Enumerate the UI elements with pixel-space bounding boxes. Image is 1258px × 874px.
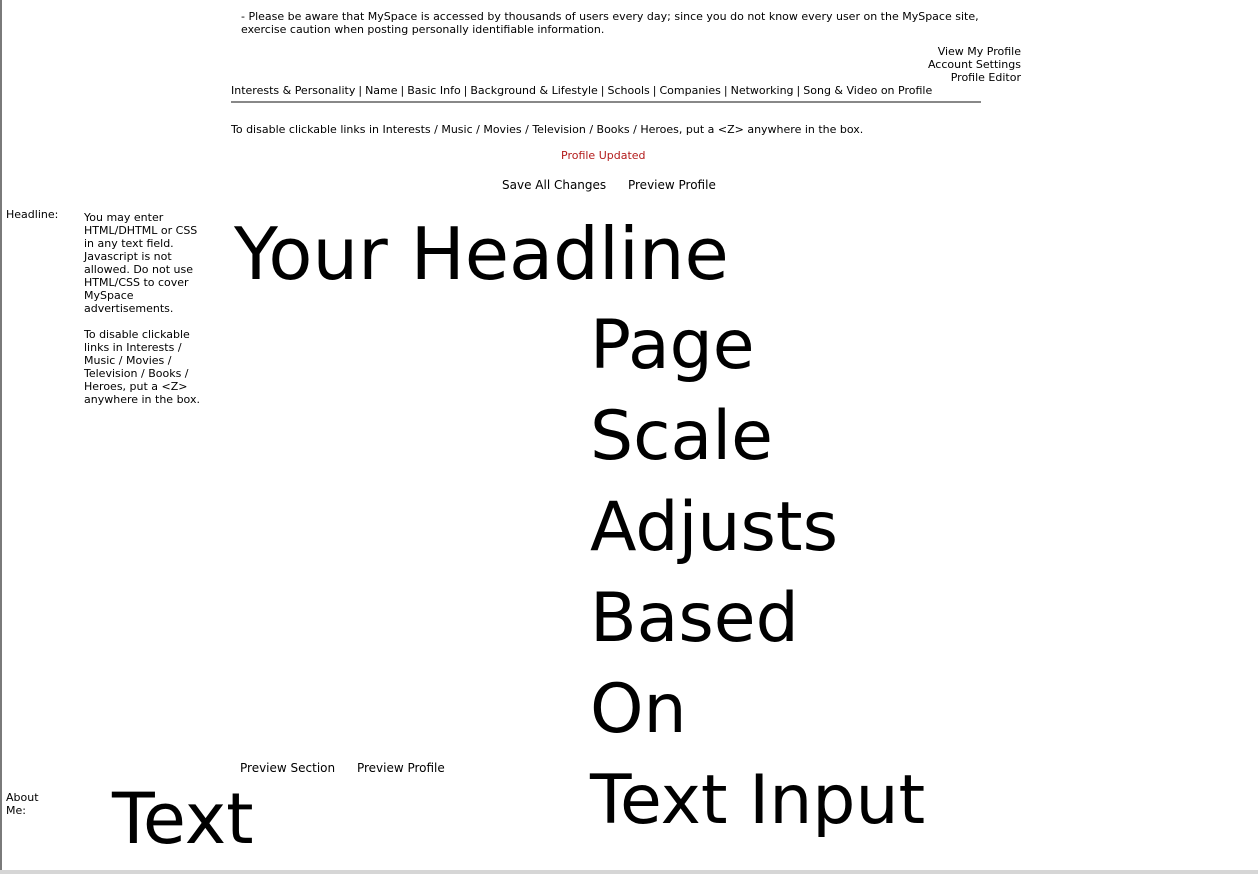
privacy-notice-line-2: exercise caution when posting personally… [241, 23, 605, 36]
tab-separator: | [652, 84, 657, 97]
profile-section-tabs: Interests & Personality | Name | Basic Info |… [231, 84, 981, 103]
tab-separator: | [400, 84, 405, 97]
tab-separator: | [600, 84, 605, 97]
overflow-line: Scale [590, 397, 773, 476]
overflow-line: Adjusts [590, 488, 838, 567]
tab-interests-personality[interactable]: Interests & Personality [231, 84, 355, 97]
help-text: You may enter HTML/DHTML or CSS in any t… [84, 211, 209, 419]
headline-label: Headline: [6, 208, 59, 221]
section-action-links: Preview Section Preview Profile [240, 761, 463, 775]
preview-profile-link[interactable]: Preview Profile [628, 178, 716, 192]
view-my-profile-link[interactable]: View My Profile [928, 45, 1021, 58]
headline-input[interactable]: Your Headline [234, 212, 729, 296]
overflow-line: Based [590, 579, 799, 658]
overflow-line: On [590, 670, 687, 749]
tab-separator: | [358, 84, 363, 97]
tab-companies[interactable]: Companies [659, 84, 720, 97]
help-paragraph-html: You may enter HTML/DHTML or CSS in any t… [84, 211, 198, 315]
headline-overflow-text: Page Scale Adjusts Based On Text Input [590, 300, 925, 846]
left-window-border [0, 0, 2, 874]
status-message: Profile Updated [561, 149, 646, 162]
about-me-label: About Me: [6, 791, 39, 817]
tab-networking[interactable]: Networking [731, 84, 794, 97]
tab-schools[interactable]: Schools [608, 84, 650, 97]
preview-section-link[interactable]: Preview Section [240, 761, 335, 775]
overflow-line: Page [590, 306, 755, 385]
privacy-notice: - Please be aware that MySpace is access… [241, 10, 1041, 36]
account-settings-link[interactable]: Account Settings [928, 58, 1021, 71]
tab-name[interactable]: Name [365, 84, 397, 97]
save-all-changes-link[interactable]: Save All Changes [502, 178, 606, 192]
profile-editor-link[interactable]: Profile Editor [928, 71, 1021, 84]
tab-separator: | [463, 84, 468, 97]
top-action-links: Save All Changes Preview Profile [502, 178, 734, 192]
privacy-notice-line-1: - Please be aware that MySpace is access… [241, 10, 979, 23]
help-paragraph-disable-links: To disable clickable links in Interests … [84, 328, 200, 406]
profile-links: View My Profile Account Settings Profile… [928, 45, 1021, 84]
tab-separator: | [723, 84, 728, 97]
tab-basic-info[interactable]: Basic Info [407, 84, 460, 97]
tab-song-video[interactable]: Song & Video on Profile [803, 84, 932, 97]
bottom-window-border [0, 870, 1258, 874]
disable-links-note: To disable clickable links in Interests … [231, 123, 864, 136]
tab-separator: | [796, 84, 801, 97]
about-me-input[interactable]: Text [112, 777, 254, 861]
preview-profile-link-bottom[interactable]: Preview Profile [357, 761, 445, 775]
overflow-line: Text Input [590, 761, 926, 840]
tab-background-lifestyle[interactable]: Background & Lifestyle [470, 84, 597, 97]
